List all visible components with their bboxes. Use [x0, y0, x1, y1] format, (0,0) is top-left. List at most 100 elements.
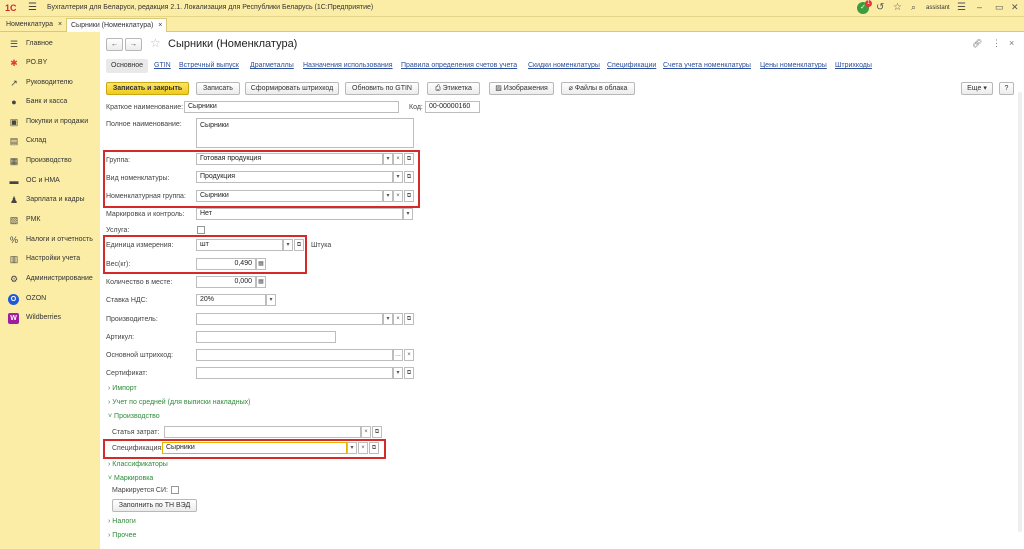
forward-button[interactable]: → — [125, 38, 142, 51]
scrollbar[interactable] — [1018, 92, 1022, 532]
favorite-star-icon[interactable]: ☆ — [150, 36, 161, 50]
restore-icon[interactable]: ▭ — [995, 2, 1004, 13]
minimize-icon[interactable]: – — [977, 2, 982, 12]
spec-clear-icon[interactable]: × — [358, 442, 368, 454]
tab-close-icon[interactable]: × — [58, 21, 62, 28]
sidebar-item-purchases[interactable]: ▣ Покупки и продажи — [0, 113, 100, 131]
kind-open-icon[interactable]: ⧉ — [404, 171, 414, 183]
vat-dropdown-icon[interactable]: ▾ — [266, 294, 276, 306]
update-gtin-button[interactable]: Обновить по GTIN — [345, 82, 419, 95]
save-close-button[interactable]: Записать и закрыть — [106, 82, 189, 95]
group-open-icon[interactable]: ⧉ — [404, 153, 414, 165]
manufacturer-open-icon[interactable]: ⧉ — [404, 313, 414, 325]
marking-dropdown-icon[interactable]: ▾ — [403, 208, 413, 220]
sidebar-item-admin[interactable]: ⚙ Администрирование — [0, 270, 100, 288]
article-input[interactable] — [196, 331, 336, 343]
tab-syrniki[interactable]: Сырники (Номенклатура) × — [66, 18, 168, 32]
save-button[interactable]: Записать — [196, 82, 240, 95]
back-button[interactable]: ← — [106, 38, 123, 51]
group-other[interactable]: › Прочее — [108, 532, 136, 539]
sidebar-item-main[interactable]: ☰ Главное — [0, 35, 100, 53]
cloud-files-button[interactable]: ⌀ Файлы в облака — [561, 82, 635, 95]
menu-icon[interactable]: ☰ — [28, 2, 37, 13]
marked-si-checkbox[interactable] — [171, 486, 179, 494]
group-marking[interactable]: ˅ Маркировка — [108, 475, 153, 482]
sidebar-item-production[interactable]: ▦ Производство — [0, 152, 100, 170]
vat-select[interactable]: 20% — [196, 294, 266, 306]
manufacturer-input[interactable] — [196, 313, 383, 325]
user-name[interactable]: assistant — [926, 5, 950, 11]
print-label-button[interactable]: ⎙ Этикетка — [427, 82, 480, 95]
nom-group-clear-icon[interactable]: × — [393, 190, 403, 202]
sidebar-item-rmk[interactable]: ▧ РМК — [0, 211, 100, 229]
unit-dropdown-icon[interactable]: ▾ — [283, 239, 293, 251]
nav-tab-main[interactable]: Основное — [106, 59, 149, 73]
certificate-input[interactable] — [196, 367, 393, 379]
link-icon[interactable]: 🔗︎ — [972, 39, 982, 48]
close-icon[interactable]: ✕ — [1011, 2, 1019, 13]
tab-nomenclature[interactable]: Номенклатура × — [2, 18, 66, 32]
spec-input[interactable]: Сырники — [162, 442, 347, 454]
search-icon[interactable]: ⌕ — [911, 2, 916, 13]
generate-barcode-button[interactable]: Сформировать штрихкод — [245, 82, 339, 95]
group-avg-accounting[interactable]: › Учет по средней (для выписки накладных… — [108, 399, 250, 406]
cost-item-clear-icon[interactable]: × — [361, 426, 371, 438]
spec-dropdown-icon[interactable]: ▾ — [347, 442, 357, 454]
cost-item-input[interactable] — [164, 426, 361, 438]
code-input[interactable]: 00-00000160 — [425, 101, 480, 113]
spec-open-icon[interactable]: ⧉ — [369, 442, 379, 454]
sidebar-item-assets[interactable]: ▬ ОС и НМА — [0, 172, 100, 190]
settings-menu-icon[interactable]: ☰ — [957, 2, 966, 13]
sidebar-item-accounting-settings[interactable]: ▥ Настройки учета — [0, 250, 100, 268]
nav-link-barcodes[interactable]: Штрихкоды — [835, 62, 872, 69]
group-production[interactable]: ˅ Производство — [108, 413, 160, 420]
nav-link-account-rules[interactable]: Правила определения счетов учета — [401, 62, 517, 69]
nav-link-discounts[interactable]: Скидки номенклатуры — [528, 62, 600, 69]
group-clear-icon[interactable]: × — [393, 153, 403, 165]
barcode-clear-icon[interactable]: × — [404, 349, 414, 361]
certificate-dropdown-icon[interactable]: ▾ — [393, 367, 403, 379]
nav-link-accounts[interactable]: Счета учета номенклатуры — [663, 62, 751, 69]
group-taxes[interactable]: › Налоги — [108, 518, 136, 525]
sidebar-item-ozon[interactable]: O OZON — [0, 290, 100, 308]
history-icon[interactable]: ↺ — [876, 2, 884, 13]
group-dropdown-icon[interactable]: ▾ — [383, 153, 393, 165]
qty-place-calculator-icon[interactable]: ▦ — [256, 276, 266, 288]
sidebar-item-roby[interactable]: ✱ РО.BY — [0, 54, 100, 72]
nom-group-open-icon[interactable]: ⧉ — [404, 190, 414, 202]
sidebar-item-wildberries[interactable]: W Wildberries — [0, 309, 100, 327]
nav-link-precious-metals[interactable]: Драгметаллы — [250, 62, 294, 69]
group-input[interactable]: Готовая продукция — [196, 153, 383, 165]
marking-select[interactable]: Нет — [196, 208, 403, 220]
more-button[interactable]: Еще ▾ — [961, 82, 993, 95]
group-classifiers[interactable]: › Классификаторы — [108, 461, 168, 468]
form-close-icon[interactable]: × — [1009, 38, 1014, 48]
nom-group-dropdown-icon[interactable]: ▾ — [383, 190, 393, 202]
nav-link-specifications[interactable]: Спецификации — [607, 62, 656, 69]
qty-place-input[interactable]: 0,000 — [196, 276, 256, 288]
nav-link-counter-release[interactable]: Встречный выпуск — [179, 62, 239, 69]
sidebar-item-salary[interactable]: ♟ Зарплата и кадры — [0, 191, 100, 209]
favorite-icon[interactable]: ☆ — [893, 2, 902, 13]
nav-link-prices[interactable]: Цены номенклатуры — [760, 62, 827, 69]
images-button[interactable]: ▨ Изображения — [489, 82, 554, 95]
sidebar-item-taxes[interactable]: % Налоги и отчетность — [0, 231, 100, 249]
fill-tn-button[interactable]: Заполнить по ТН ВЭД — [112, 499, 197, 512]
group-import[interactable]: › Импорт — [108, 385, 137, 392]
sidebar-item-warehouse[interactable]: ▤ Склад — [0, 132, 100, 150]
short-name-input[interactable]: Сырники — [184, 101, 399, 113]
barcode-input[interactable] — [196, 349, 393, 361]
manufacturer-dropdown-icon[interactable]: ▾ — [383, 313, 393, 325]
sidebar-item-manager[interactable]: ↗ Руководителю — [0, 74, 100, 92]
help-button[interactable]: ? — [999, 82, 1014, 95]
barcode-select-icon[interactable]: … — [393, 349, 403, 361]
nav-link-gtin[interactable]: GTIN — [154, 62, 171, 69]
nom-group-input[interactable]: Сырники — [196, 190, 383, 202]
kind-input[interactable]: Продукция — [196, 171, 393, 183]
weight-calculator-icon[interactable]: ▦ — [256, 258, 266, 270]
unit-open-icon[interactable]: ⧉ — [294, 239, 304, 251]
unit-input[interactable]: шт — [196, 239, 283, 251]
weight-input[interactable]: 0,490 — [196, 258, 256, 270]
full-name-textarea[interactable]: Сырники — [196, 118, 414, 148]
cost-item-open-icon[interactable]: ⧉ — [372, 426, 382, 438]
